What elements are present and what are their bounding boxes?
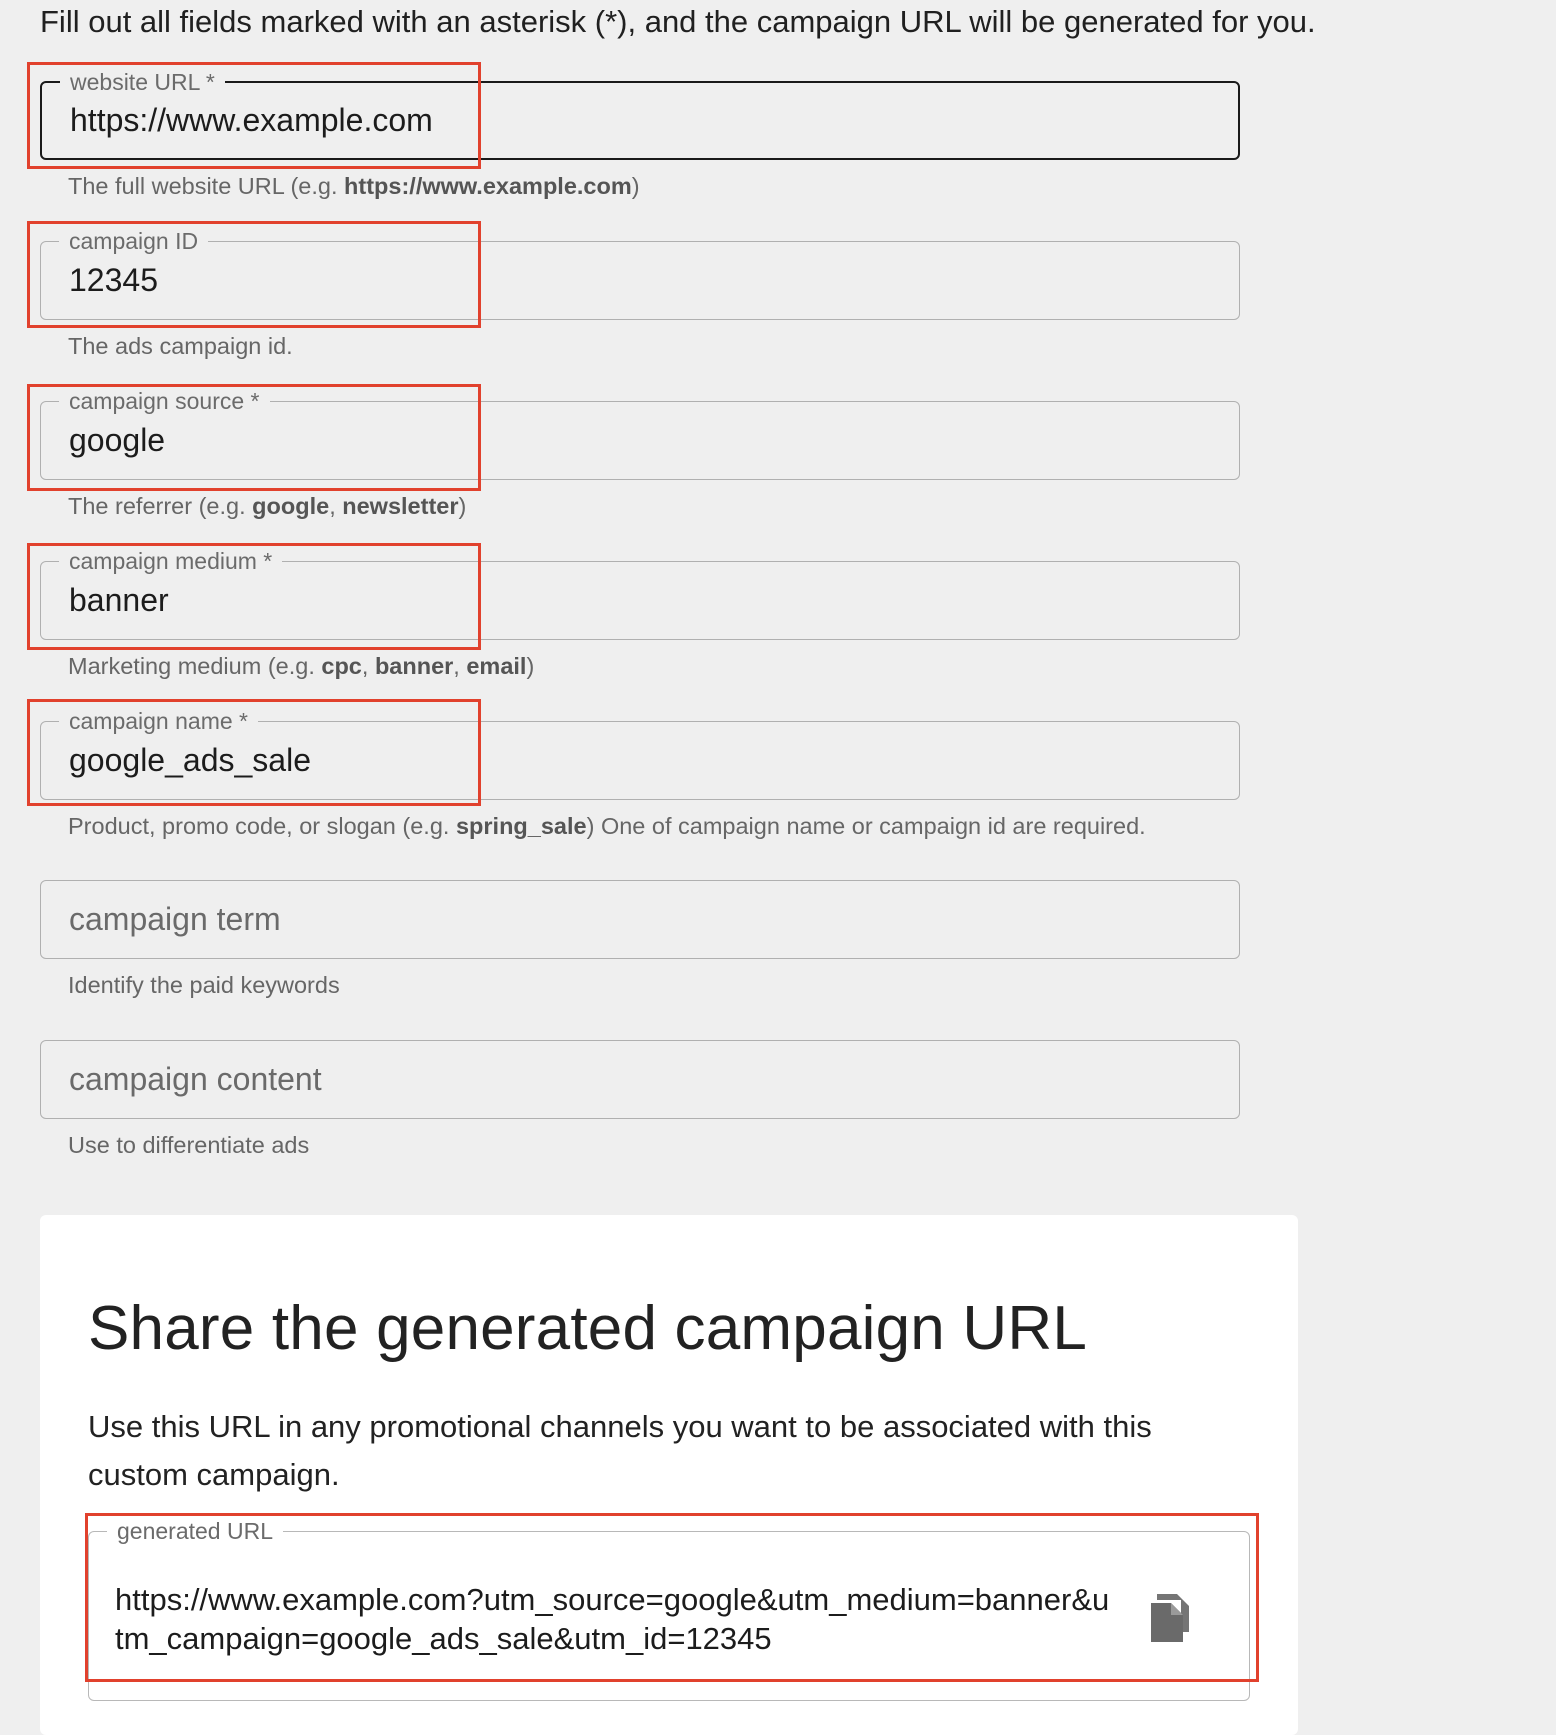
campaign-term-helper: Identify the paid keywords [68, 972, 340, 998]
share-card-title: Share the generated campaign URL [88, 1294, 1088, 1363]
campaign-term-field[interactable]: campaign term [40, 880, 1240, 959]
campaign-name-field[interactable]: campaign name * google_ads_sale [40, 708, 1240, 800]
generated-url-field[interactable]: generated URL https://www.example.com?ut… [88, 1518, 1250, 1701]
campaign-content-field[interactable]: campaign content [40, 1040, 1240, 1119]
campaign-name-value[interactable]: google_ads_sale [69, 722, 311, 799]
campaign-medium-field[interactable]: campaign medium * banner [40, 548, 1240, 640]
generated-url-value[interactable]: https://www.example.com?utm_source=googl… [115, 1580, 1115, 1658]
website-url-field[interactable]: website URL * https://www.example.com [40, 69, 1240, 160]
campaign-name-helper: Product, promo code, or slogan (e.g. spr… [68, 813, 1146, 839]
campaign-id-helper: The ads campaign id. [68, 333, 293, 359]
share-card-description: Use this URL in any promotional channels… [88, 1409, 1152, 1492]
campaign-source-field[interactable]: campaign source * google [40, 388, 1240, 480]
campaign-term-placeholder[interactable]: campaign term [69, 881, 281, 958]
share-url-card: Share the generated campaign URL Use thi… [40, 1215, 1298, 1735]
campaign-medium-value[interactable]: banner [69, 562, 169, 639]
website-url-helper: The full website URL (e.g. https://www.e… [68, 173, 640, 199]
campaign-medium-helper: Marketing medium (e.g. cpc, banner, emai… [68, 653, 535, 679]
website-url-value[interactable]: https://www.example.com [70, 83, 433, 158]
copy-icon [1151, 1594, 1189, 1642]
form-instructions: Fill out all fields marked with an aster… [40, 4, 1316, 39]
campaign-id-value[interactable]: 12345 [69, 242, 158, 319]
copy-button[interactable] [1149, 1594, 1193, 1644]
campaign-source-helper: The referrer (e.g. google, newsletter) [68, 493, 467, 519]
campaign-content-placeholder[interactable]: campaign content [69, 1041, 322, 1118]
generated-url-label: generated URL [107, 1518, 283, 1544]
campaign-content-helper: Use to differentiate ads [68, 1132, 310, 1158]
campaign-id-field[interactable]: campaign ID 12345 [40, 228, 1240, 320]
campaign-source-value[interactable]: google [69, 402, 165, 479]
